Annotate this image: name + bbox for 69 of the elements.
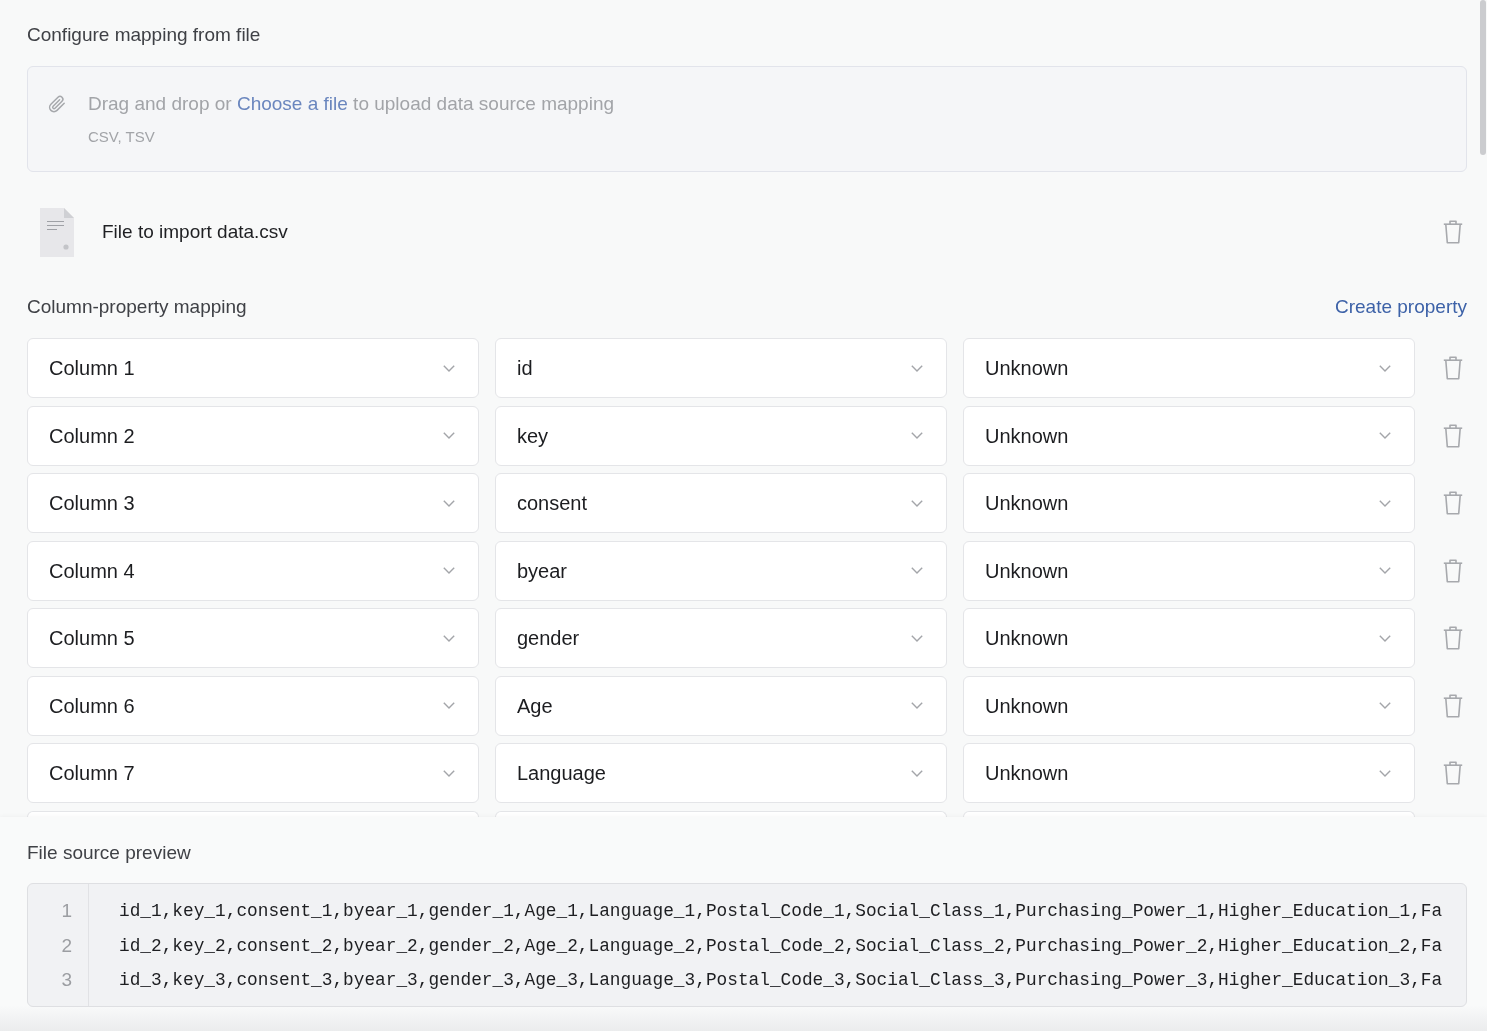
property-select[interactable]: byear [495, 540, 947, 601]
trash-icon[interactable] [1443, 491, 1463, 515]
chevron-down-icon [1379, 364, 1391, 372]
trash-icon[interactable] [1443, 761, 1463, 785]
trash-icon[interactable] [1443, 558, 1463, 583]
document-icon [40, 207, 74, 257]
create-property-link[interactable]: Create property [1335, 292, 1467, 322]
chevron-down-icon [1379, 634, 1391, 642]
property-select[interactable]: consent [495, 473, 947, 533]
line-number: 1 [60, 899, 72, 923]
chevron-down-icon [1379, 769, 1391, 777]
trash-icon[interactable] [1443, 423, 1463, 448]
column-select[interactable]: Column 4 [27, 540, 479, 601]
column-select[interactable]: Column 2 [27, 405, 479, 466]
property-select[interactable]: gender [495, 608, 947, 668]
chevron-down-icon [443, 567, 455, 574]
property-select[interactable]: key [495, 405, 947, 466]
accepted-formats: CSV, TSV [88, 127, 156, 147]
type-select[interactable]: Unknown [963, 608, 1415, 668]
code-line: id_1,key_1,consent_1,byear_1,gender_1,Age_1,Language_1,Postal_Code_1,Social_Class_1,Purchasing_Power_1,Higher_Education_1,Fa [119, 900, 1443, 923]
chevron-down-icon [443, 634, 455, 642]
scrollbar-thumb[interactable] [1480, 0, 1486, 155]
column-select[interactable]: Column 6 [27, 675, 479, 736]
chevron-down-icon [443, 499, 455, 507]
chevron-down-icon [911, 432, 923, 439]
property-select[interactable]: id [495, 338, 947, 398]
chevron-down-icon [443, 432, 455, 439]
chevron-down-icon [911, 567, 923, 574]
type-select[interactable]: Unknown [963, 405, 1415, 466]
chevron-down-icon [911, 634, 923, 642]
chevron-down-icon [1379, 499, 1391, 507]
paperclip-icon [48, 94, 66, 114]
upload-instructions: Drag and drop or Choose a file to upload data source mapping [88, 92, 614, 116]
chevron-down-icon [443, 769, 455, 777]
column-select[interactable]: Column 3 [27, 473, 479, 533]
file-name: File to import data.csv [102, 219, 288, 244]
chevron-down-icon [911, 499, 923, 507]
code-line: id_3,key_3,consent_3,byear_3,gender_3,Age_3,Language_3,Postal_Code_3,Social_Class_3,Purchasing_Power_3,Higher_Education_3,Fa [119, 969, 1443, 992]
type-select[interactable]: Unknown [963, 743, 1415, 803]
chevron-down-icon [1379, 702, 1391, 709]
trash-icon[interactable] [1443, 693, 1463, 718]
chevron-down-icon [443, 702, 455, 709]
chevron-down-icon [1379, 432, 1391, 439]
type-select[interactable]: Unknown [963, 540, 1415, 601]
select-field[interactable] [963, 810, 1415, 817]
column-select[interactable]: Column 7 [27, 743, 479, 803]
type-select[interactable]: Unknown [963, 338, 1415, 398]
property-select[interactable]: Age [495, 675, 947, 736]
type-select[interactable]: Unknown [963, 473, 1415, 533]
select-field[interactable] [495, 810, 947, 817]
section-title: Configure mapping from file [27, 23, 262, 47]
type-select[interactable]: Unknown [963, 675, 1415, 736]
trash-icon[interactable] [1443, 356, 1463, 380]
line-number: 3 [60, 968, 72, 992]
select-field[interactable] [27, 810, 479, 817]
chevron-down-icon [1379, 567, 1391, 574]
chevron-down-icon [911, 702, 923, 709]
trash-icon[interactable] [1443, 220, 1463, 244]
trash-icon[interactable] [1443, 626, 1463, 650]
section-title: File source preview [27, 841, 192, 865]
property-select[interactable]: Language [495, 743, 947, 803]
section-title: Column-property mapping [27, 295, 247, 319]
code-line: id_2,key_2,consent_2,byear_2,gender_2,Age_2,Language_2,Postal_Code_2,Social_Class_2,Purchasing_Power_2,Higher_Education_2,Fa [119, 934, 1443, 958]
chevron-down-icon [911, 769, 923, 777]
column-select[interactable]: Column 5 [27, 608, 479, 668]
chevron-down-icon [911, 364, 923, 372]
column-select[interactable]: Column 1 [27, 338, 479, 398]
line-number: 2 [60, 933, 72, 958]
chevron-down-icon [443, 364, 455, 372]
